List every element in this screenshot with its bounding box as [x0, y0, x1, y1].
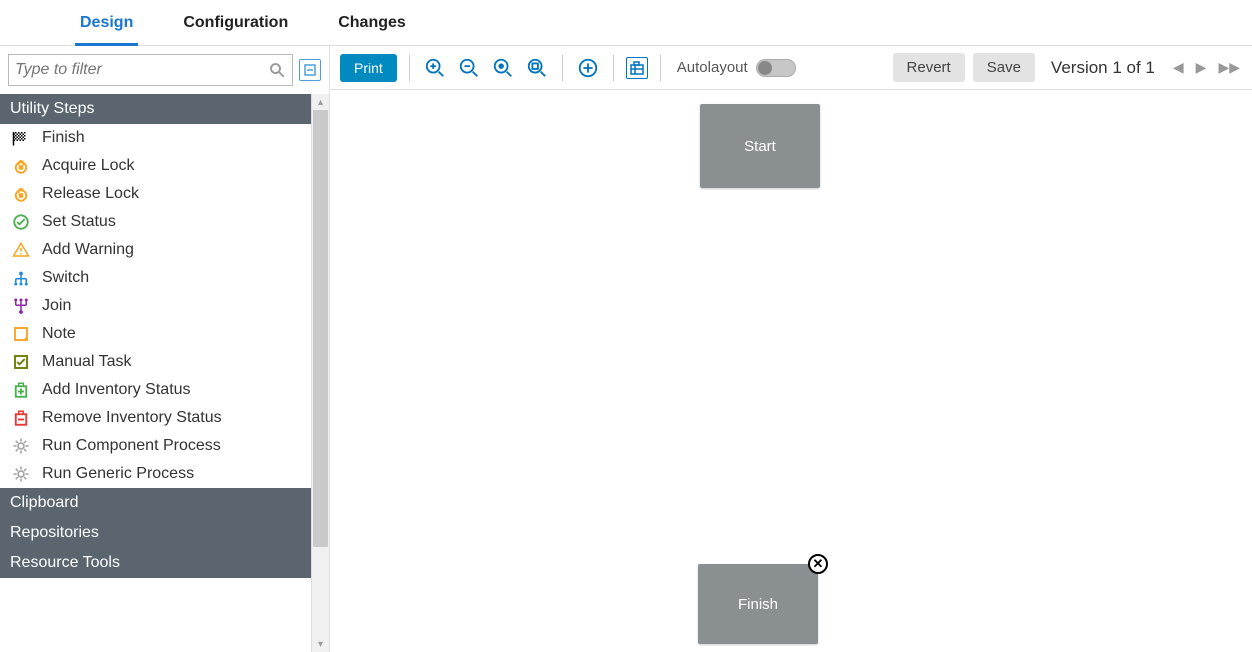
step-item-label: Switch: [42, 269, 89, 287]
section-utility-steps[interactable]: Utility Steps: [0, 94, 311, 124]
version-last-icon[interactable]: ▶▶: [1216, 59, 1242, 76]
version-prev-icon[interactable]: ◀: [1171, 59, 1186, 76]
autolayout-toggle[interactable]: [756, 59, 796, 77]
version-next-icon[interactable]: ▶: [1194, 59, 1209, 76]
step-item-label: Note: [42, 325, 76, 343]
zoom-fit-icon[interactable]: [490, 55, 516, 81]
process-canvas[interactable]: Start Finish✕: [330, 90, 1252, 652]
step-item-gear[interactable]: Run Generic Process: [0, 460, 311, 488]
step-item-warning[interactable]: Add Warning: [0, 236, 311, 264]
step-item-label: Release Lock: [42, 185, 139, 203]
step-item-set-status[interactable]: Set Status: [0, 208, 311, 236]
tab-changes[interactable]: Changes: [338, 0, 406, 46]
step-item-acquire-lock[interactable]: Acquire Lock: [0, 152, 311, 180]
section-resource-tools[interactable]: Resource Tools: [0, 548, 311, 578]
note-icon: [12, 325, 30, 343]
revert-button[interactable]: Revert: [893, 53, 965, 82]
collapse-all-button[interactable]: [299, 59, 321, 81]
autolayout-label: Autolayout: [677, 59, 748, 76]
step-item-label: Acquire Lock: [42, 157, 135, 175]
step-item-remove-inventory[interactable]: Remove Inventory Status: [0, 404, 311, 432]
step-item-label: Finish: [42, 129, 85, 147]
version-text: Version 1 of 1: [1051, 58, 1155, 78]
step-item-manual-task[interactable]: Manual Task: [0, 348, 311, 376]
gear-icon: [12, 465, 30, 483]
join-icon: [12, 297, 30, 315]
section-repositories[interactable]: Repositories: [0, 518, 311, 548]
add-node-icon[interactable]: [575, 55, 601, 81]
step-item-switch[interactable]: Switch: [0, 264, 311, 292]
step-item-label: Add Inventory Status: [42, 381, 191, 399]
step-item-label: Run Generic Process: [42, 465, 194, 483]
manual-task-icon: [12, 353, 30, 371]
node-close-icon[interactable]: ✕: [808, 554, 828, 574]
step-item-label: Set Status: [42, 213, 116, 231]
section-clipboard[interactable]: Clipboard: [0, 488, 311, 518]
warning-icon: [12, 241, 30, 259]
scroll-up-icon[interactable]: ▴: [312, 94, 329, 110]
zoom-in-icon[interactable]: [422, 55, 448, 81]
step-item-label: Add Warning: [42, 241, 134, 259]
set-status-icon: [12, 213, 30, 231]
step-item-note[interactable]: Note: [0, 320, 311, 348]
sidebar-scrollbar[interactable]: ▴ ▾: [311, 94, 329, 652]
top-tabs: Design Configuration Changes: [0, 0, 1252, 46]
step-item-finish[interactable]: Finish: [0, 124, 311, 152]
finish-icon: [12, 129, 30, 147]
zoom-actual-icon[interactable]: [524, 55, 550, 81]
grid-view-icon[interactable]: [626, 57, 648, 79]
print-button[interactable]: Print: [340, 54, 397, 82]
tab-design[interactable]: Design: [80, 0, 133, 46]
remove-inventory-icon: [12, 409, 30, 427]
step-item-label: Run Component Process: [42, 437, 221, 455]
step-item-label: Join: [42, 297, 71, 315]
step-item-add-inventory[interactable]: Add Inventory Status: [0, 376, 311, 404]
filter-input-wrap: [8, 54, 293, 86]
canvas-toolbar: Print Autolayout: [330, 46, 1252, 90]
filter-input[interactable]: [15, 61, 268, 79]
step-item-join[interactable]: Join: [0, 292, 311, 320]
save-button[interactable]: Save: [973, 53, 1035, 82]
search-icon: [268, 61, 286, 79]
gear-icon: [12, 437, 30, 455]
canvas-node-finish[interactable]: Finish✕: [698, 564, 818, 644]
zoom-out-icon[interactable]: [456, 55, 482, 81]
step-item-label: Manual Task: [42, 353, 132, 371]
scroll-down-icon[interactable]: ▾: [312, 636, 329, 652]
switch-icon: [12, 269, 30, 287]
tab-configuration[interactable]: Configuration: [183, 0, 288, 46]
release-lock-icon: [12, 185, 30, 203]
palette-sidebar: Utility Steps Finish Acquire Lock Release …: [0, 46, 330, 652]
acquire-lock-icon: [12, 157, 30, 175]
step-item-label: Remove Inventory Status: [42, 409, 222, 427]
scrollbar-thumb[interactable]: [313, 110, 328, 547]
add-inventory-icon: [12, 381, 30, 399]
step-item-release-lock[interactable]: Release Lock: [0, 180, 311, 208]
canvas-node-start[interactable]: Start: [700, 104, 820, 188]
step-item-gear[interactable]: Run Component Process: [0, 432, 311, 460]
